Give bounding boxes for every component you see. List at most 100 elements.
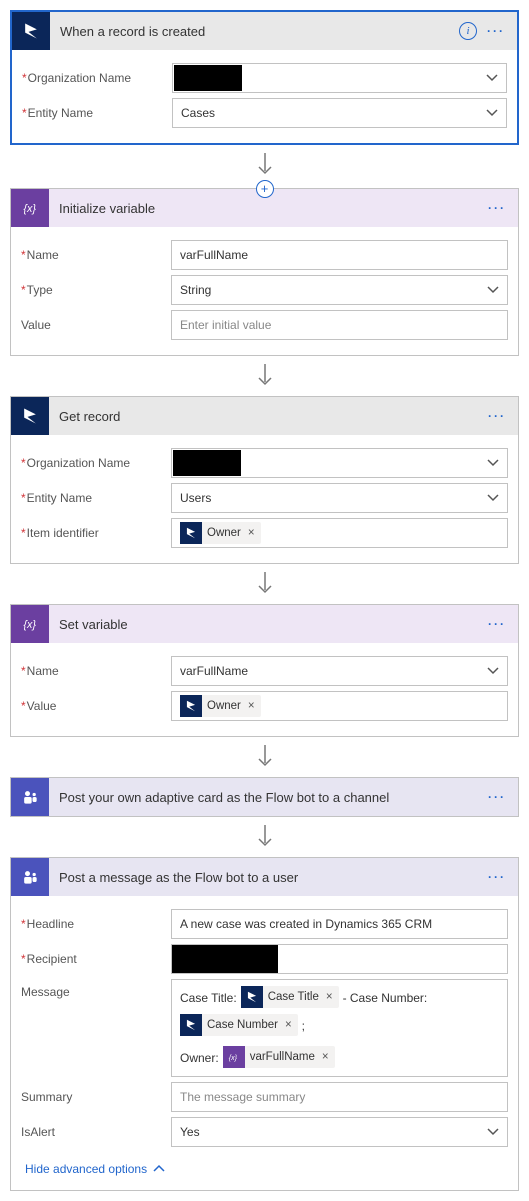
chevron-down-icon (487, 492, 499, 504)
chevron-down-icon (486, 72, 498, 84)
value-label: Value (21, 318, 171, 332)
summary-input[interactable]: The message summary (171, 1082, 508, 1112)
post-adaptive-card[interactable]: Post your own adaptive card as the Flow … (10, 777, 519, 817)
add-step-button[interactable]: + (256, 180, 274, 198)
remove-token-icon[interactable]: × (320, 1046, 329, 1069)
redacted-value (173, 450, 241, 476)
value-input[interactable]: Owner × (171, 691, 508, 721)
variable-icon: {x} (11, 605, 49, 643)
post-message-header[interactable]: Post a message as the Flow bot to a user… (11, 858, 518, 896)
connector-arrow (10, 737, 519, 777)
dynamic-token[interactable]: Owner × (180, 695, 261, 717)
message-text: Case Title: (180, 986, 237, 1010)
connector-arrow (10, 564, 519, 604)
dynamics-icon (180, 695, 202, 717)
org-name-label: Organization Name (21, 456, 171, 470)
teams-icon (11, 778, 49, 816)
item-id-label: Item identifier (21, 526, 171, 540)
remove-token-icon[interactable]: × (246, 700, 255, 712)
dynamic-token[interactable]: Owner × (180, 522, 261, 544)
more-menu[interactable]: ··· (486, 617, 508, 631)
item-id-input[interactable]: Owner × (171, 518, 508, 548)
summary-label: Summary (21, 1090, 171, 1104)
teams-icon (11, 858, 49, 896)
post-message-card[interactable]: Post a message as the Flow bot to a user… (10, 857, 519, 1191)
message-text: Owner: (180, 1046, 219, 1070)
entity-name-select[interactable]: Cases (172, 98, 507, 128)
dynamic-token[interactable]: Case Number × (180, 1014, 298, 1036)
org-name-select[interactable] (171, 448, 508, 478)
more-menu[interactable]: ··· (485, 24, 507, 38)
name-label: Name (21, 248, 171, 262)
more-menu[interactable]: ··· (486, 790, 508, 804)
more-menu[interactable]: ··· (486, 201, 508, 215)
name-select[interactable]: varFullName (171, 656, 508, 686)
dynamic-token[interactable]: Case Title × (241, 986, 339, 1008)
type-select[interactable]: String (171, 275, 508, 305)
remove-token-icon[interactable]: × (324, 986, 333, 1009)
org-name-select[interactable] (172, 63, 507, 93)
chevron-down-icon (487, 665, 499, 677)
message-label: Message (21, 979, 171, 999)
dynamics-icon (11, 397, 49, 435)
connector-arrow (10, 356, 519, 396)
connector-arrow (10, 817, 519, 857)
variable-icon: {x} (11, 189, 49, 227)
connector-arrow (10, 145, 519, 185)
message-text: - Case Number: (343, 986, 428, 1010)
get-record-card[interactable]: Get record ··· Organization Name Entity … (10, 396, 519, 564)
trigger-body: Organization Name Entity Name Cases (12, 50, 517, 143)
name-input[interactable]: varFullName (171, 240, 508, 270)
trigger-title: When a record is created (50, 24, 459, 39)
entity-name-value: Cases (181, 106, 215, 120)
chevron-down-icon (487, 1126, 499, 1138)
recipient-input[interactable] (171, 944, 508, 974)
entity-name-select[interactable]: Users (171, 483, 508, 513)
hide-advanced-toggle[interactable]: Hide advanced options (21, 1152, 508, 1180)
post-adaptive-header[interactable]: Post your own adaptive card as the Flow … (11, 778, 518, 816)
org-name-label: Organization Name (22, 71, 172, 85)
post-message-title: Post a message as the Flow bot to a user (49, 870, 486, 885)
message-text: ; (302, 1014, 305, 1038)
value-label: Value (21, 699, 171, 713)
headline-label: Headline (21, 917, 171, 931)
type-label: Type (21, 283, 171, 297)
set-var-header[interactable]: {x} Set variable ··· (11, 605, 518, 643)
more-menu[interactable]: ··· (486, 409, 508, 423)
dynamics-icon (12, 12, 50, 50)
variable-icon: {x} (223, 1046, 245, 1068)
trigger-header[interactable]: When a record is created i ··· (12, 12, 517, 50)
entity-name-label: Entity Name (22, 106, 172, 120)
value-input[interactable]: Enter initial value (171, 310, 508, 340)
init-var-card[interactable]: {x} Initialize variable ··· Name varFull… (10, 188, 519, 356)
redacted-value (174, 65, 242, 91)
remove-token-icon[interactable]: × (283, 1014, 292, 1037)
entity-name-label: Entity Name (21, 491, 171, 505)
get-record-header[interactable]: Get record ··· (11, 397, 518, 435)
get-record-title: Get record (49, 409, 486, 424)
chevron-down-icon (487, 284, 499, 296)
dynamics-icon (241, 986, 263, 1008)
isalert-select[interactable]: Yes (171, 1117, 508, 1147)
svg-text:{x}: {x} (23, 619, 36, 631)
message-input[interactable]: Case Title: Case Title × - Case Number: … (171, 979, 508, 1077)
dynamic-token[interactable]: {x} varFullName × (223, 1046, 335, 1068)
set-var-title: Set variable (49, 617, 486, 632)
redacted-value (172, 945, 278, 973)
chevron-down-icon (486, 107, 498, 119)
dynamics-icon (180, 1014, 202, 1036)
trigger-card[interactable]: When a record is created i ··· Organizat… (10, 10, 519, 145)
set-var-card[interactable]: {x} Set variable ··· Name varFullName Va… (10, 604, 519, 737)
info-icon[interactable]: i (459, 22, 477, 40)
post-adaptive-title: Post your own adaptive card as the Flow … (49, 790, 486, 805)
isalert-label: IsAlert (21, 1125, 171, 1139)
remove-token-icon[interactable]: × (246, 527, 255, 539)
svg-text:{x}: {x} (228, 1055, 237, 1062)
dynamics-icon (180, 522, 202, 544)
chevron-down-icon (487, 457, 499, 469)
more-menu[interactable]: ··· (486, 870, 508, 884)
headline-input[interactable]: A new case was created in Dynamics 365 C… (171, 909, 508, 939)
svg-text:{x}: {x} (23, 203, 36, 215)
name-label: Name (21, 664, 171, 678)
chevron-up-icon (153, 1163, 165, 1175)
